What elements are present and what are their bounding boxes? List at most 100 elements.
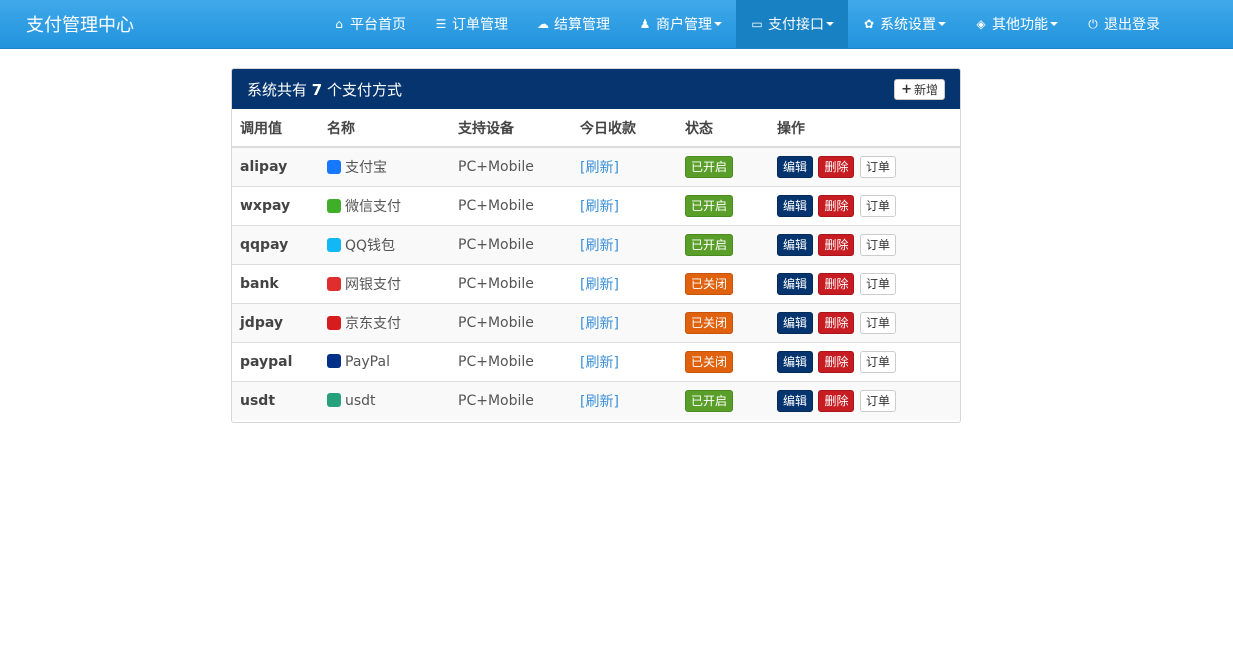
header-income: 今日收款 <box>580 109 685 148</box>
refresh-income-link[interactable]: [刷新] <box>580 238 619 254</box>
edit-button[interactable]: 编辑 <box>777 389 814 412</box>
table-row: jdpay 京东支付 PC+Mobile [刷新] 已关闭 编辑 删除 订单 <box>232 302 960 342</box>
status-toggle-button[interactable]: 已关闭 <box>685 272 734 295</box>
method-name: 京东支付 <box>345 315 401 332</box>
tether-icon <box>327 392 341 407</box>
alipay-icon <box>327 159 341 174</box>
table-row: paypal PayPal PC+Mobile [刷新] 已关闭 编辑 删除 订单 <box>232 341 960 381</box>
payment-method-count: 7 <box>311 81 323 99</box>
header-code: 调用值 <box>232 109 327 148</box>
plus-icon: + <box>901 82 912 97</box>
cell-actions: 编辑 删除 订单 <box>777 341 960 381</box>
cell-device: PC+Mobile <box>458 146 580 186</box>
brand-title[interactable]: 支付管理中心 <box>26 11 134 37</box>
add-payment-method-button[interactable]: + 新增 <box>894 79 945 100</box>
delete-button[interactable]: 删除 <box>818 194 855 217</box>
add-button-label: 新增 <box>913 83 938 97</box>
edit-button[interactable]: 编辑 <box>777 233 814 256</box>
cell-status: 已关闭 <box>685 302 777 342</box>
status-toggle-button[interactable]: 已开启 <box>685 389 734 412</box>
panel-heading: 系统共有 7 个支付方式 + 新增 <box>232 69 960 109</box>
orders-button[interactable]: 订单 <box>859 272 896 295</box>
refresh-income-link[interactable]: [刷新] <box>580 277 619 293</box>
top-navbar: 支付管理中心 ⌂ 平台首页 ☰ 订单管理 ☁ 结算管理 ♟ 商户管理 ▭ 支付接口 ✿ 系统设置 ◈ 其他… <box>0 0 1233 49</box>
orders-button[interactable]: 订单 <box>859 350 896 373</box>
edit-button[interactable]: 编辑 <box>777 155 814 178</box>
cell-actions: 编辑 删除 订单 <box>777 302 960 342</box>
header-name: 名称 <box>327 109 458 148</box>
paypal-icon <box>327 353 341 368</box>
cell-device: PC+Mobile <box>458 224 580 264</box>
table-row: wxpay 微信支付 PC+Mobile [刷新] 已开启 编辑 删除 订单 <box>232 185 960 225</box>
nav-item-2[interactable]: ☁ 结算管理 <box>522 0 624 48</box>
cell-status: 已开启 <box>685 185 777 225</box>
edit-button[interactable]: 编辑 <box>777 311 814 334</box>
nav-item-label: 其他功能 <box>992 17 1048 33</box>
caret-down-icon <box>938 22 946 26</box>
wechat-pay-icon <box>327 198 341 213</box>
cell-name: PayPal <box>327 341 458 381</box>
method-name: usdt <box>345 392 376 409</box>
refresh-income-link[interactable]: [刷新] <box>580 355 619 371</box>
delete-button[interactable]: 删除 <box>818 350 855 373</box>
header-actions: 操作 <box>777 109 960 148</box>
gear-icon: ✿ <box>863 17 875 31</box>
nav-item-6[interactable]: ◈ 其他功能 <box>960 0 1072 48</box>
edit-button[interactable]: 编辑 <box>777 194 814 217</box>
orders-button[interactable]: 订单 <box>859 233 896 256</box>
panel-title: 系统共有 7 个支付方式 <box>247 79 402 100</box>
unionpay-icon <box>327 276 341 291</box>
status-toggle-button[interactable]: 已关闭 <box>685 350 734 373</box>
status-toggle-button[interactable]: 已关闭 <box>685 311 734 334</box>
delete-button[interactable]: 删除 <box>818 272 855 295</box>
nav-item-label: 商户管理 <box>656 17 712 33</box>
method-code: paypal <box>240 353 293 370</box>
nav-item-5[interactable]: ✿ 系统设置 <box>848 0 960 48</box>
qq-wallet-icon <box>327 237 341 252</box>
cell-income: [刷新] <box>580 185 685 225</box>
orders-button[interactable]: 订单 <box>859 311 896 334</box>
refresh-income-link[interactable]: [刷新] <box>580 160 619 176</box>
refresh-income-link[interactable]: [刷新] <box>580 199 619 215</box>
status-toggle-button[interactable]: 已开启 <box>685 194 734 217</box>
nav-item-0[interactable]: ⌂ 平台首页 <box>318 0 420 48</box>
cell-device: PC+Mobile <box>458 302 580 342</box>
delete-button[interactable]: 删除 <box>818 233 855 256</box>
cell-code: paypal <box>232 341 327 381</box>
panel-title-prefix: 系统共有 <box>247 81 308 99</box>
orders-button[interactable]: 订单 <box>859 389 896 412</box>
nav-item-label: 订单管理 <box>452 17 508 33</box>
list-icon: ☰ <box>435 17 447 31</box>
nav-item-1[interactable]: ☰ 订单管理 <box>420 0 522 48</box>
header-device: 支持设备 <box>458 109 580 148</box>
status-toggle-button[interactable]: 已开启 <box>685 233 734 256</box>
nav-item-label: 平台首页 <box>350 17 406 33</box>
orders-button[interactable]: 订单 <box>859 155 896 178</box>
method-code: alipay <box>240 158 288 175</box>
refresh-income-link[interactable]: [刷新] <box>580 316 619 332</box>
delete-button[interactable]: 删除 <box>818 311 855 334</box>
table-row: alipay 支付宝 PC+Mobile [刷新] 已开启 编辑 删除 订单 <box>232 146 960 186</box>
cell-name: 京东支付 <box>327 302 458 342</box>
cell-actions: 编辑 删除 订单 <box>777 224 960 264</box>
nav-item-label: 结算管理 <box>554 17 610 33</box>
edit-button[interactable]: 编辑 <box>777 272 814 295</box>
method-code: wxpay <box>240 197 291 214</box>
cell-code: bank <box>232 263 327 303</box>
status-toggle-button[interactable]: 已开启 <box>685 155 734 178</box>
cell-code: wxpay <box>232 185 327 225</box>
delete-button[interactable]: 删除 <box>818 389 855 412</box>
main-nav: ⌂ 平台首页 ☰ 订单管理 ☁ 结算管理 ♟ 商户管理 ▭ 支付接口 ✿ 系统设置 ◈ 其他功能 ⏻ 退出登录 <box>318 0 1174 48</box>
method-code: usdt <box>240 392 276 409</box>
delete-button[interactable]: 删除 <box>818 155 855 178</box>
method-code: bank <box>240 275 279 292</box>
orders-button[interactable]: 订单 <box>859 194 896 217</box>
nav-item-4[interactable]: ▭ 支付接口 <box>736 0 848 48</box>
method-code: jdpay <box>240 314 283 331</box>
cell-actions: 编辑 删除 订单 <box>777 185 960 225</box>
nav-item-7[interactable]: ⏻ 退出登录 <box>1072 0 1174 48</box>
edit-button[interactable]: 编辑 <box>777 350 814 373</box>
refresh-income-link[interactable]: [刷新] <box>580 394 619 410</box>
nav-item-3[interactable]: ♟ 商户管理 <box>624 0 736 48</box>
caret-down-icon <box>1050 22 1058 26</box>
